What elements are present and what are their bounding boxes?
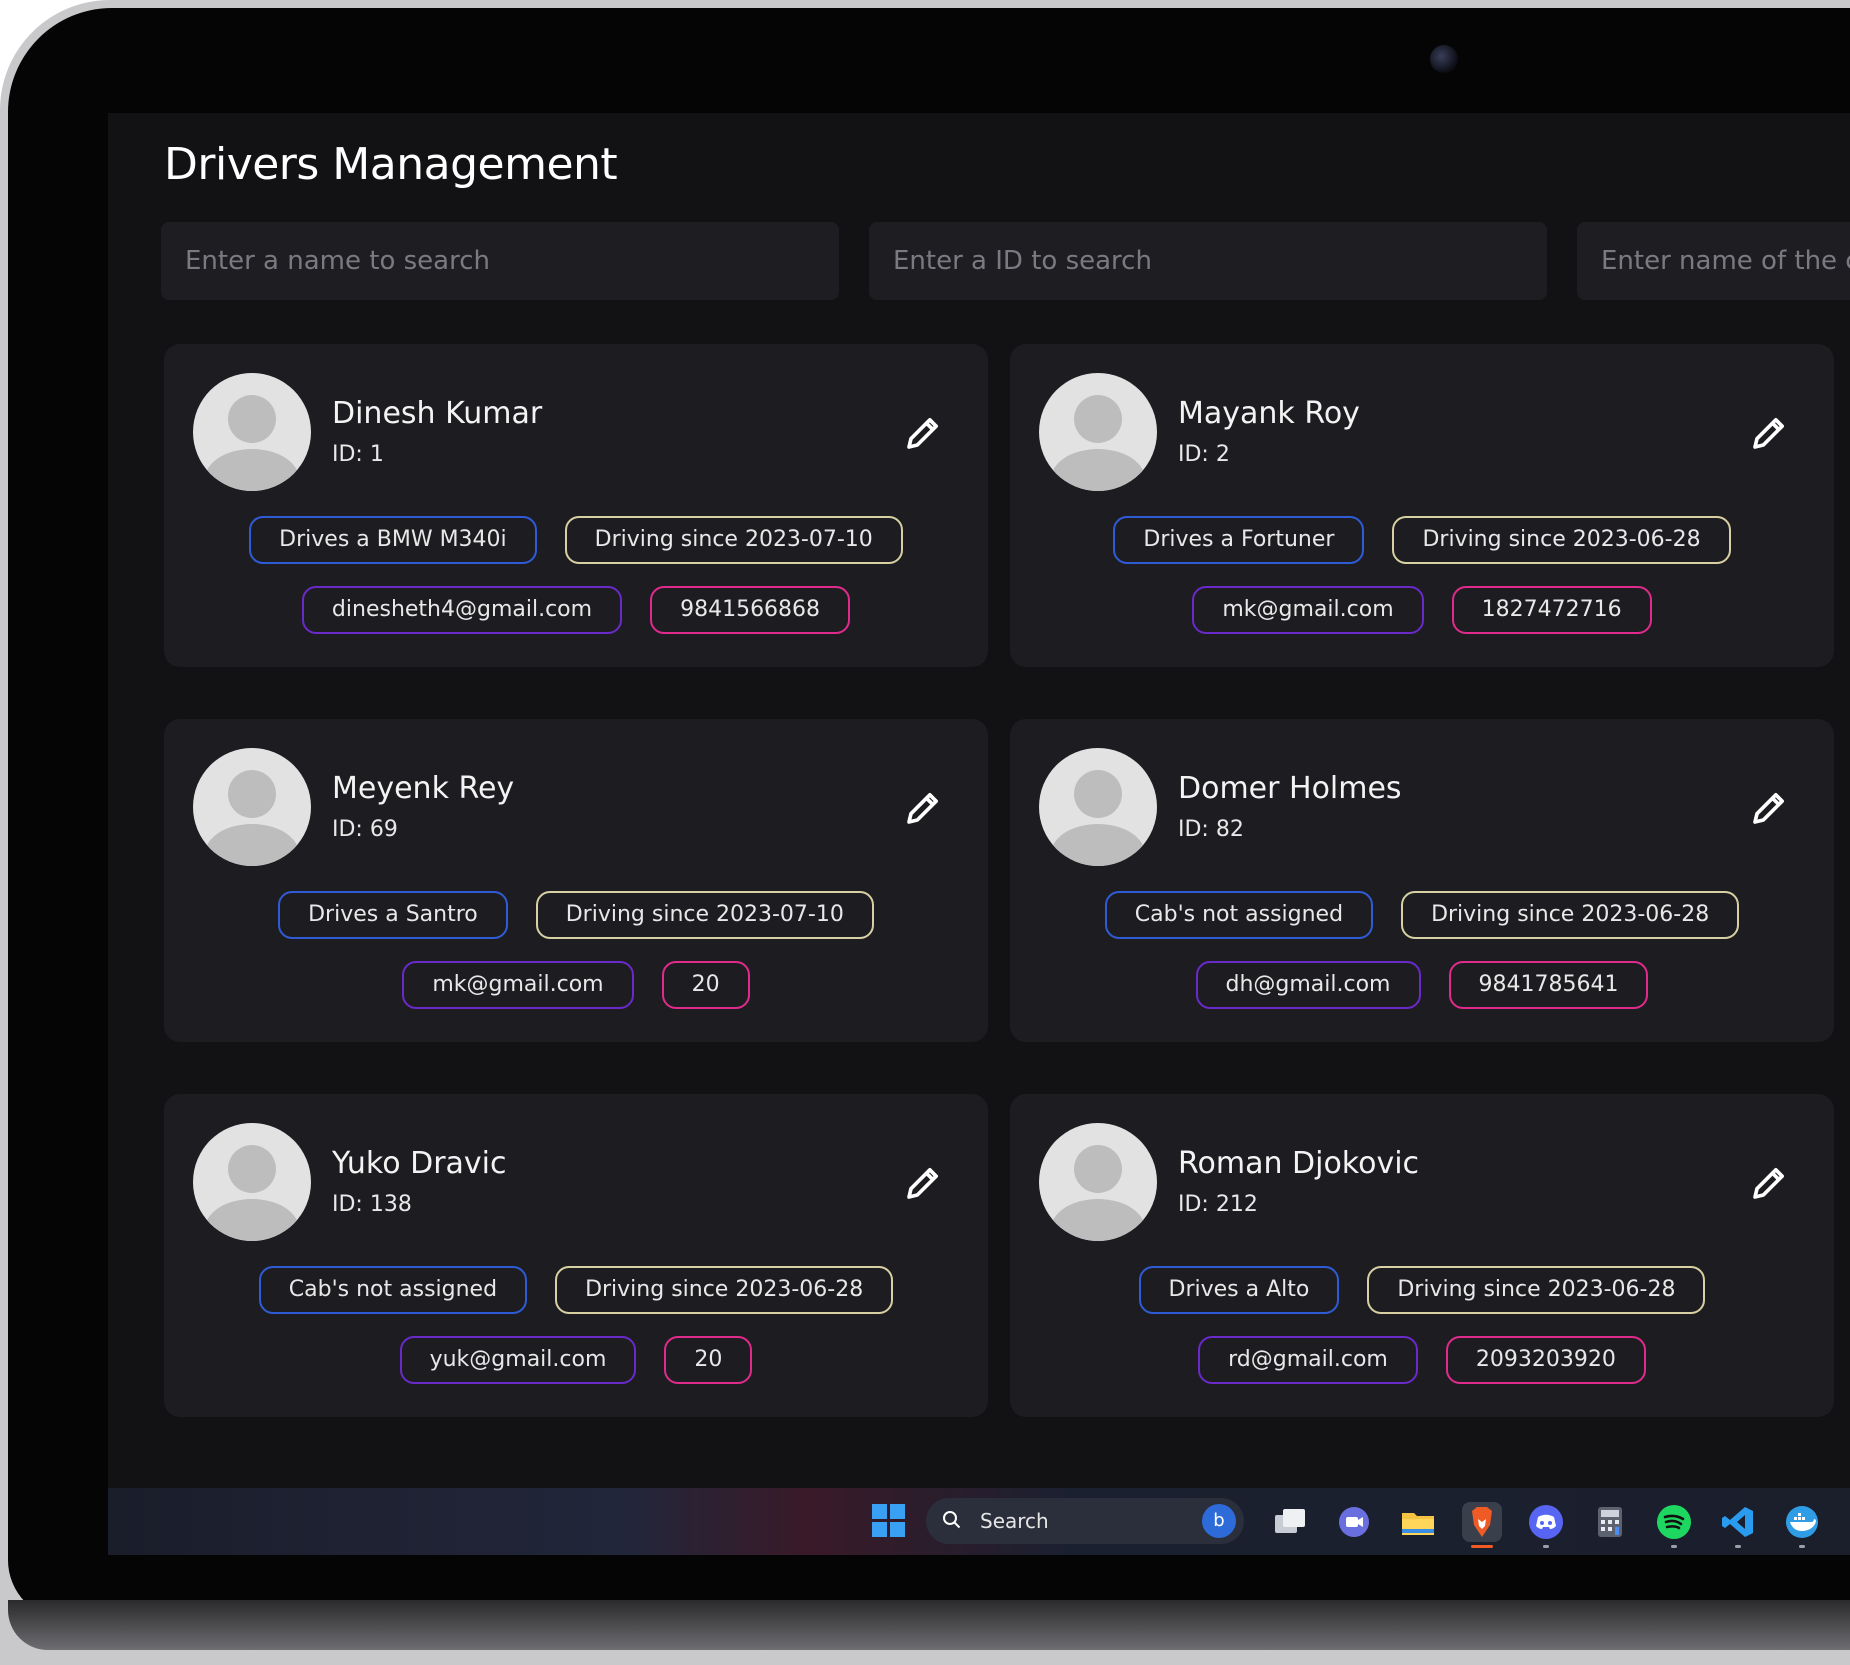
driving-since-chip: Driving since 2023-07-10 (535, 891, 874, 939)
driver-name: Mayank Roy (1178, 396, 1360, 431)
taskbar-search-label: Search (980, 1509, 1049, 1533)
driver-id: ID: 69 (332, 817, 398, 842)
phone-chip: 9841785641 (1448, 961, 1649, 1009)
phone-chip: 20 (664, 1336, 753, 1384)
laptop-base (8, 1600, 1850, 1650)
driver-card: Domer Holmes ID: 82 Cab's not assigned Dr… (1010, 719, 1834, 1042)
name-search-input[interactable] (161, 222, 839, 300)
edit-icon[interactable] (1750, 412, 1790, 452)
cab-chip: Cab's not assigned (1104, 891, 1374, 939)
avatar (193, 373, 311, 491)
email-chip: mk@gmail.com (402, 961, 634, 1009)
cab-chip: Drives a BMW M340i (249, 516, 537, 564)
bing-icon[interactable]: b (1202, 1504, 1236, 1538)
email-chip: rd@gmail.com (1198, 1336, 1418, 1384)
phone-chip: 9841566868 (650, 586, 851, 634)
driver-id: ID: 82 (1178, 817, 1244, 842)
app-screen: Drivers Management Dinesh Kumar ID: 1 Dr… (108, 113, 1850, 1555)
cab-chip: Drives a Santro (278, 891, 508, 939)
avatar (193, 1123, 311, 1241)
driver-id: ID: 212 (1178, 1192, 1258, 1217)
discord-icon[interactable] (1526, 1502, 1566, 1548)
driver-card: Yuko Dravic ID: 138 Cab's not assigned Dr… (164, 1094, 988, 1417)
id-search-input[interactable] (869, 222, 1547, 300)
edit-icon[interactable] (904, 787, 944, 827)
phone-chip: 1827472716 (1451, 586, 1652, 634)
cab-search-input[interactable] (1577, 222, 1850, 300)
driving-since-chip: Driving since 2023-06-28 (1367, 1266, 1706, 1314)
driver-card: Meyenk Rey ID: 69 Drives a Santro Driving… (164, 719, 988, 1042)
driving-since-chip: Driving since 2023-06-28 (1392, 516, 1731, 564)
edit-icon[interactable] (904, 1162, 944, 1202)
driving-since-chip: Driving since 2023-07-10 (564, 516, 903, 564)
file-explorer-icon[interactable] (1398, 1502, 1438, 1542)
driver-name: Dinesh Kumar (332, 396, 543, 431)
docker-icon[interactable] (1782, 1502, 1822, 1548)
teams-chat-icon[interactable] (1334, 1502, 1374, 1542)
avatar (1039, 1123, 1157, 1241)
taskbar-search[interactable]: Search b (926, 1498, 1244, 1544)
driver-card: Roman Djokovic ID: 212 Drives a Alto Driv… (1010, 1094, 1834, 1417)
vscode-icon[interactable] (1718, 1502, 1758, 1548)
driver-id: ID: 138 (332, 1192, 412, 1217)
edit-icon[interactable] (1750, 787, 1790, 827)
phone-chip: 2093203920 (1445, 1336, 1646, 1384)
driver-name: Yuko Dravic (332, 1146, 507, 1181)
cab-chip: Cab's not assigned (258, 1266, 528, 1314)
search-icon (943, 1511, 961, 1529)
brave-browser-icon[interactable] (1462, 1502, 1502, 1548)
driver-name: Roman Djokovic (1178, 1146, 1420, 1181)
edit-icon[interactable] (1750, 1162, 1790, 1202)
phone-chip: 20 (661, 961, 750, 1009)
avatar (1039, 748, 1157, 866)
avatar (1039, 373, 1157, 491)
email-chip: dinesheth4@gmail.com (301, 586, 623, 634)
driver-card: Mayank Roy ID: 2 Drives a Fortuner Drivin… (1010, 344, 1834, 667)
cab-chip: Drives a Alto (1138, 1266, 1340, 1314)
email-chip: mk@gmail.com (1192, 586, 1424, 634)
driver-id: ID: 2 (1178, 442, 1230, 467)
windows-taskbar: Search b (108, 1488, 1850, 1555)
cab-chip: Drives a Fortuner (1113, 516, 1365, 564)
calculator-icon[interactable] (1590, 1502, 1630, 1542)
driver-card: Dinesh Kumar ID: 1 Drives a BMW M340i Dri… (164, 344, 988, 667)
email-chip: dh@gmail.com (1195, 961, 1421, 1009)
page-title: Drivers Management (164, 139, 618, 190)
task-view-icon[interactable] (1270, 1502, 1310, 1542)
driving-since-chip: Driving since 2023-06-28 (555, 1266, 894, 1314)
edit-icon[interactable] (904, 412, 944, 452)
driving-since-chip: Driving since 2023-06-28 (1401, 891, 1740, 939)
avatar (193, 748, 311, 866)
spotify-icon[interactable] (1654, 1502, 1694, 1548)
driver-id: ID: 1 (332, 442, 384, 467)
driver-name: Domer Holmes (1178, 771, 1402, 806)
webcam (1430, 45, 1458, 73)
driver-name: Meyenk Rey (332, 771, 515, 806)
windows-start-icon[interactable] (872, 1504, 906, 1538)
email-chip: yuk@gmail.com (399, 1336, 637, 1384)
